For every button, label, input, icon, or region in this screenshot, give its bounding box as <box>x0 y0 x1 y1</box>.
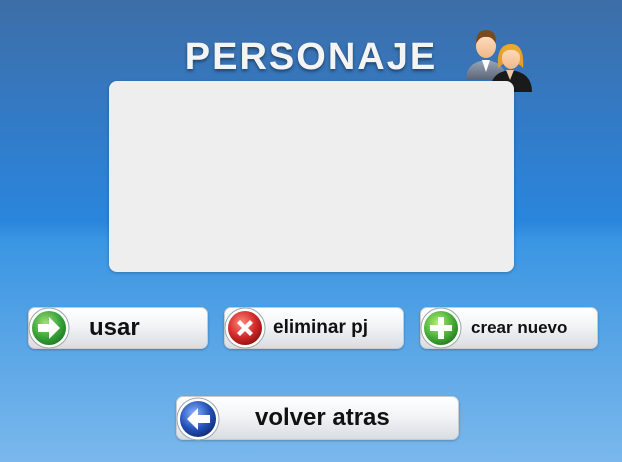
crear-nuevo-button[interactable]: crear nuevo <box>420 307 598 349</box>
volver-atras-button[interactable]: volver atras <box>176 396 459 441</box>
x-icon <box>224 307 266 349</box>
arrow-left-icon <box>176 397 220 441</box>
volver-atras-label: volver atras <box>255 404 390 431</box>
character-list-panel[interactable] <box>109 81 514 272</box>
eliminar-pj-button[interactable]: eliminar pj <box>224 307 404 349</box>
usar-label: usar <box>89 314 140 341</box>
usar-button[interactable]: usar <box>28 307 208 349</box>
plus-icon <box>420 307 462 349</box>
arrow-right-icon <box>28 307 70 349</box>
eliminar-pj-label: eliminar pj <box>273 317 369 338</box>
crear-nuevo-label: crear nuevo <box>471 318 568 337</box>
